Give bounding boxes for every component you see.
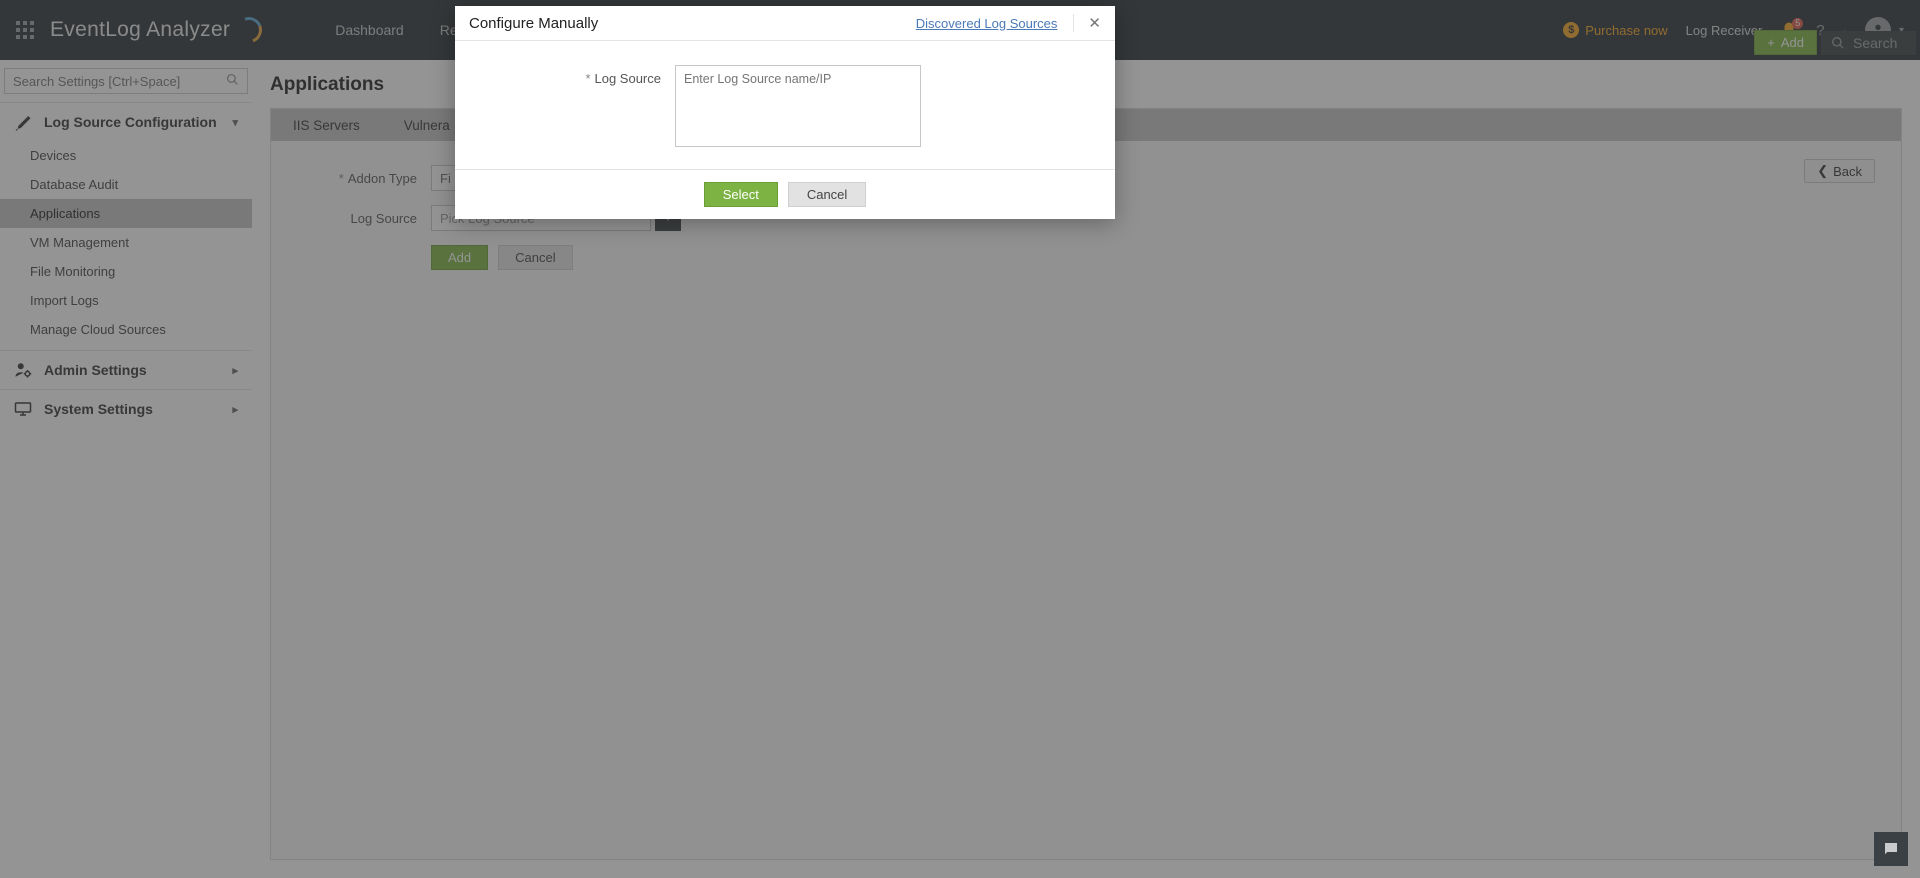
modal-log-source-label: *Log Source [525, 65, 675, 86]
configure-manually-modal: Configure Manually Discovered Log Source… [455, 6, 1115, 219]
modal-footer: Select Cancel [455, 169, 1115, 219]
modal-close-button[interactable]: ✕ [1073, 14, 1101, 32]
chat-icon [1882, 840, 1900, 858]
modal-select-button[interactable]: Select [704, 182, 778, 207]
chat-button[interactable] [1874, 832, 1908, 866]
modal-cancel-button[interactable]: Cancel [788, 182, 866, 207]
log-source-input[interactable] [675, 65, 921, 147]
modal-header: Configure Manually Discovered Log Source… [455, 6, 1115, 41]
close-icon: ✕ [1088, 15, 1101, 32]
modal-title: Configure Manually [469, 15, 598, 32]
discovered-log-sources-link[interactable]: Discovered Log Sources [916, 16, 1058, 31]
